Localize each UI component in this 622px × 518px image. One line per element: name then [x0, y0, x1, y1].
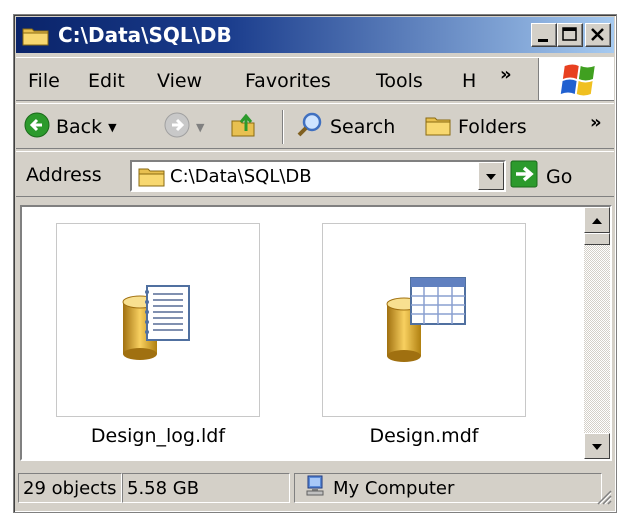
address-label: Address — [26, 164, 102, 186]
database-log-icon — [117, 280, 201, 369]
file-list-view: Design_log.ldf Design.mdf — [20, 205, 612, 461]
go-label: Go — [546, 165, 573, 188]
back-dropdown-icon[interactable]: ▼ — [108, 121, 116, 134]
standard-toolbar: Back ▼ ▼ Search Folders » — [16, 103, 614, 149]
menu-help[interactable]: H — [462, 70, 476, 92]
forward-arrow-icon — [164, 112, 190, 143]
search-label: Search — [330, 116, 396, 138]
go-arrow-icon — [510, 160, 538, 193]
address-bar: Address C:\Data\SQL\DB Go — [16, 151, 614, 197]
windows-logo-icon — [538, 58, 614, 100]
forward-dropdown-icon[interactable]: ▼ — [196, 121, 204, 134]
scroll-up-button[interactable] — [584, 207, 610, 233]
arrow-down-icon — [590, 435, 604, 457]
maximize-button[interactable] — [557, 23, 583, 47]
menu-bar: File Edit View Favorites Tools H » — [16, 57, 614, 101]
folder-icon — [22, 26, 50, 51]
file-thumbnail — [56, 223, 260, 417]
menu-overflow-chevron[interactable]: » — [500, 64, 512, 85]
chevron-down-icon — [484, 165, 498, 187]
menu-favorites[interactable]: Favorites — [245, 70, 331, 92]
folders-label: Folders — [458, 116, 527, 138]
menu-file[interactable]: File — [28, 70, 60, 92]
resize-grip-icon[interactable] — [594, 487, 612, 505]
vertical-scrollbar[interactable] — [584, 207, 610, 459]
file-name: Design_log.ldf — [90, 425, 226, 447]
status-bar: 29 objects 5.58 GB My Computer — [16, 469, 614, 509]
status-zone: My Computer — [294, 473, 602, 503]
address-field[interactable]: C:\Data\SQL\DB — [130, 160, 506, 192]
status-object-count: 29 objects — [18, 473, 122, 503]
folders-icon — [424, 112, 452, 143]
database-table-icon — [381, 270, 471, 371]
back-label: Back — [56, 116, 103, 138]
forward-button[interactable]: ▼ — [164, 112, 204, 142]
explorer-window: C:\Data\SQL\DB File Edit View Favorites … — [13, 14, 617, 513]
status-zone-label: My Computer — [333, 477, 455, 499]
folders-button[interactable]: Folders — [424, 112, 527, 142]
menu-edit[interactable]: Edit — [88, 70, 125, 92]
menu-view[interactable]: View — [157, 70, 202, 92]
status-size: 5.58 GB — [122, 473, 290, 503]
file-thumbnail — [322, 223, 526, 417]
back-button[interactable]: Back ▼ — [24, 112, 117, 142]
up-folder-button[interactable] — [230, 112, 258, 142]
title-bar[interactable]: C:\Data\SQL\DB — [16, 17, 614, 53]
toolbar-separator — [282, 110, 284, 144]
arrow-up-icon — [590, 209, 604, 231]
search-icon — [296, 111, 324, 144]
file-name: Design.mdf — [369, 425, 479, 447]
minimize-button[interactable] — [531, 23, 557, 47]
search-button[interactable]: Search — [296, 112, 395, 142]
window-title: C:\Data\SQL\DB — [58, 23, 232, 47]
go-button[interactable]: Go — [510, 160, 572, 193]
address-dropdown-button[interactable] — [478, 162, 504, 190]
back-arrow-icon — [24, 112, 50, 143]
address-value: C:\Data\SQL\DB — [170, 166, 312, 187]
scroll-down-button[interactable] — [584, 433, 610, 459]
up-folder-icon — [230, 111, 258, 144]
menu-tools[interactable]: Tools — [376, 70, 423, 92]
my-computer-icon — [305, 475, 325, 502]
folder-icon — [138, 166, 166, 193]
close-button[interactable] — [585, 23, 611, 47]
scroll-thumb[interactable] — [584, 233, 610, 245]
toolbar-overflow-chevron[interactable]: » — [590, 112, 602, 133]
